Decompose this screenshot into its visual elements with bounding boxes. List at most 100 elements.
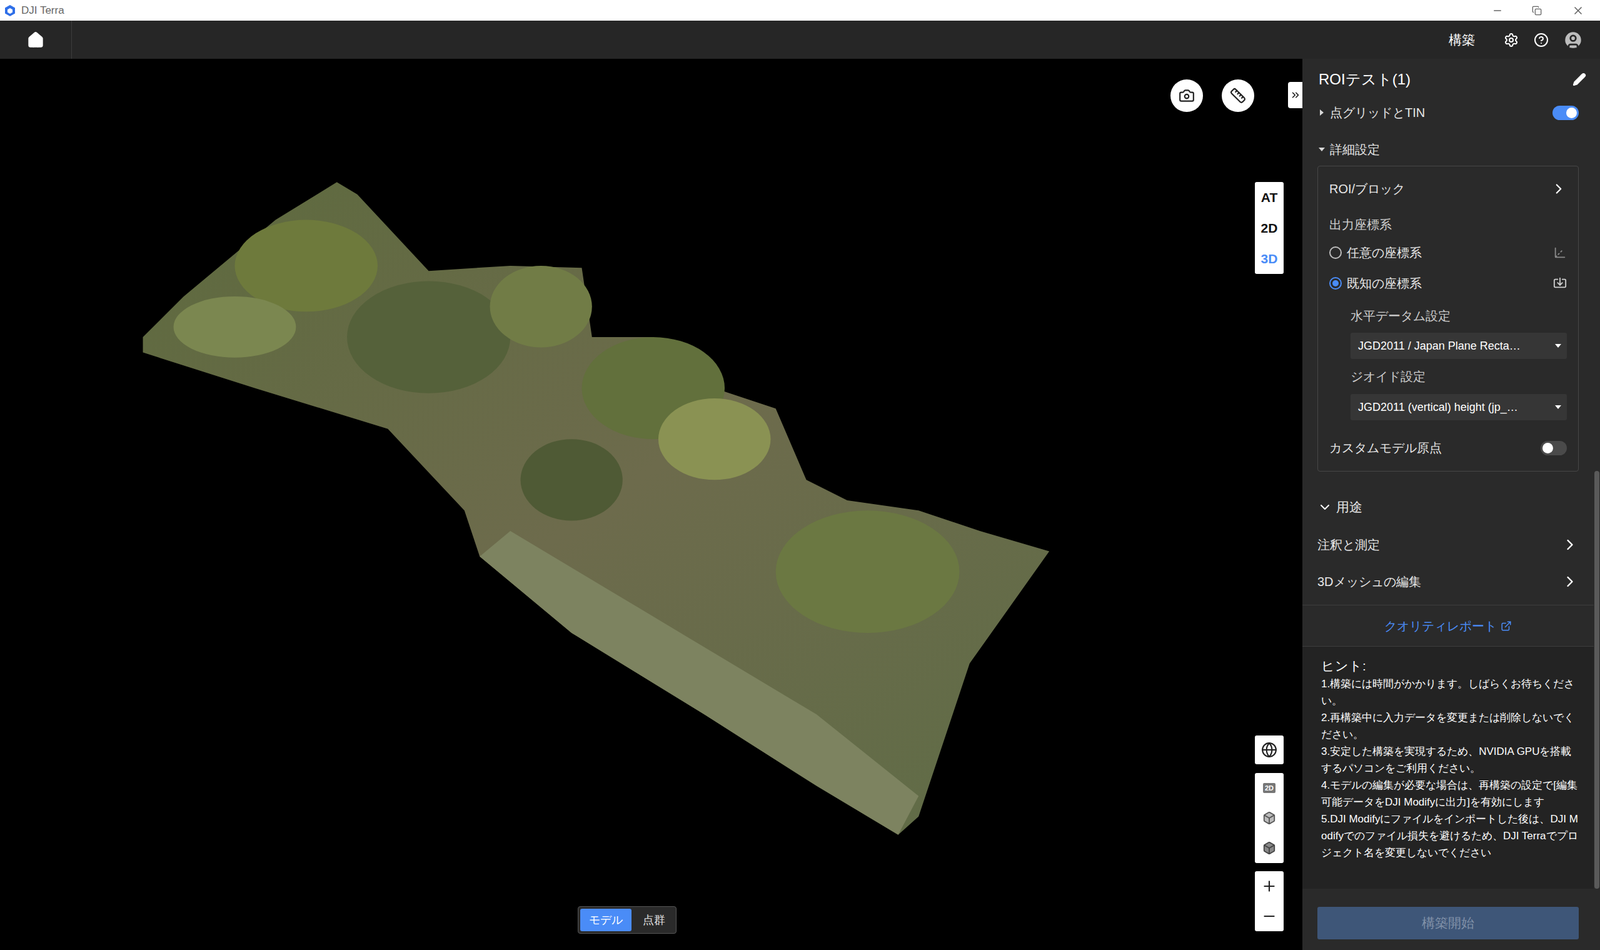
panel-footer: 構築開始 bbox=[1302, 888, 1600, 950]
build-nav-item[interactable]: 構築 bbox=[1448, 30, 1475, 51]
window-title: DJI Terra bbox=[21, 2, 65, 19]
screenshot-button[interactable] bbox=[1170, 79, 1203, 112]
scrollbar-thumb[interactable] bbox=[1594, 470, 1600, 889]
hints-title: ヒント: bbox=[1321, 656, 1582, 676]
minus-icon bbox=[1261, 907, 1278, 925]
point-grid-row[interactable]: 点グリッドとTIN bbox=[1302, 100, 1594, 126]
panel-header: ROIテスト(1) bbox=[1302, 58, 1600, 101]
app-logo-icon bbox=[3, 4, 17, 17]
geoid-label: ジオイド設定 bbox=[1350, 358, 1567, 394]
help-icon[interactable] bbox=[1533, 32, 1549, 48]
chevron-right-icon bbox=[1561, 535, 1579, 554]
hint-line: 5.DJI Modifyにファイルをインポートした後は、DJI Modifyでの… bbox=[1321, 810, 1582, 861]
geoid-select[interactable]: JGD2011 (vertical) height (jp_… bbox=[1350, 393, 1567, 421]
globe-icon bbox=[1261, 741, 1278, 758]
horizontal-select[interactable]: JGD2011 / Japan Plane Recta… bbox=[1350, 332, 1567, 359]
usage-item[interactable]: 3Dメッシュの編集 bbox=[1302, 563, 1594, 600]
custom-origin-label: カスタムモデル原点 bbox=[1329, 438, 1442, 458]
restore-icon bbox=[1531, 5, 1542, 16]
cube-solid-button[interactable] bbox=[1254, 832, 1284, 863]
horizontal-value: JGD2011 / Japan Plane Recta… bbox=[1358, 337, 1521, 355]
hint-line: 3.安定した構築を実現するため、NVIDIA GPUを搭載するパソコンをご利用く… bbox=[1321, 742, 1582, 777]
coord-option-label: 既知の座標系 bbox=[1346, 273, 1422, 293]
view-mode-group: AT2D3D bbox=[1254, 181, 1284, 274]
axis-icon[interactable] bbox=[1553, 245, 1567, 260]
usage-list: 注釈と測定 3Dメッシュの編集 bbox=[1302, 525, 1594, 606]
title-bar: DJI Terra bbox=[0, 0, 1600, 21]
gear-icon[interactable] bbox=[1503, 32, 1519, 48]
custom-origin-toggle[interactable] bbox=[1540, 440, 1567, 456]
terrain-model[interactable] bbox=[0, 58, 1303, 950]
map-2d-label: 2D bbox=[1262, 782, 1276, 794]
hints: ヒント:1.構築には時間がかかります。しばらくお待ちください。2.再構築中に入力… bbox=[1302, 646, 1594, 889]
restore-button[interactable] bbox=[1516, 0, 1557, 21]
main: AT2D3D2Dモデル点群ROIテスト(1)点グリッドとTIN詳細設定ROI/ブ… bbox=[0, 58, 1600, 950]
quality-report-link[interactable]: クオリティレポート bbox=[1384, 616, 1497, 636]
import-icon[interactable] bbox=[1553, 276, 1567, 291]
home-button[interactable] bbox=[0, 20, 72, 59]
toggle-knob bbox=[1542, 442, 1554, 454]
cube-solid-icon bbox=[1262, 840, 1277, 855]
quality-report-row: クオリティレポート bbox=[1302, 605, 1594, 647]
panel-scroll: 点グリッドとTIN 詳細設定 ROI/ブロック出力座標系任意の座標系既知の座標系水平… bbox=[1302, 100, 1600, 889]
avatar-icon[interactable] bbox=[1562, 29, 1584, 51]
viewport[interactable]: AT2D3D2Dモデル点群 bbox=[0, 58, 1303, 950]
view-mode-button[interactable]: 3D bbox=[1254, 243, 1284, 274]
roi-row[interactable]: ROI/ブロック bbox=[1329, 175, 1567, 203]
expand-panel-button[interactable] bbox=[1288, 81, 1303, 109]
pencil-icon[interactable] bbox=[1572, 72, 1587, 87]
app: DJI Terra構築AT2D3D2Dモデル点群ROIテスト(1)点グリッドとT… bbox=[0, 0, 1600, 950]
view-mode-button[interactable]: AT bbox=[1254, 181, 1284, 213]
geoid-value: JGD2011 (vertical) height (jp_… bbox=[1358, 398, 1519, 416]
usage-item-label: 注釈と測定 bbox=[1317, 535, 1380, 554]
display-toggle: モデル点群 bbox=[577, 905, 677, 934]
custom-origin-toggle-wrap bbox=[1540, 440, 1567, 456]
chevron-right-icon bbox=[1550, 180, 1567, 197]
panel-content: 点グリッドとTIN 詳細設定 ROI/ブロック出力座標系任意の座標系既知の座標系水平… bbox=[1302, 100, 1594, 889]
hint-line: 4.モデルの編集が必要な場合は、再構築の設定で[編集可能データをDJI Modi… bbox=[1321, 776, 1582, 811]
advanced-header[interactable]: 詳細設定 bbox=[1302, 136, 1594, 162]
scrollbar[interactable] bbox=[1593, 100, 1600, 889]
camera-icon bbox=[1178, 87, 1195, 104]
nav-actions: 構築 bbox=[1448, 29, 1600, 51]
point-grid-toggle[interactable] bbox=[1552, 105, 1579, 121]
advanced-label: 詳細設定 bbox=[1329, 140, 1380, 159]
horizontal-label: 水平データム設定 bbox=[1350, 298, 1567, 333]
coord-label: 出力座標系 bbox=[1329, 211, 1567, 238]
radio-dot bbox=[1332, 280, 1339, 287]
display-mode-button[interactable]: 点群 bbox=[633, 908, 675, 931]
usage-item-label: 3Dメッシュの編集 bbox=[1317, 572, 1422, 591]
display-mode-button[interactable]: モデル bbox=[580, 908, 632, 931]
map-2d-button[interactable]: 2D bbox=[1254, 772, 1284, 803]
dropdown-icon bbox=[1554, 342, 1562, 350]
measure-button[interactable] bbox=[1221, 79, 1255, 112]
view-mode-button[interactable]: 2D bbox=[1254, 212, 1284, 244]
close-icon bbox=[1571, 4, 1585, 17]
globe-button[interactable] bbox=[1254, 735, 1284, 765]
cube-icon bbox=[1262, 810, 1277, 825]
roi-label: ROI/ブロック bbox=[1329, 179, 1405, 199]
coord-option[interactable]: 既知の座標系 bbox=[1329, 267, 1567, 299]
known-coord-settings: 水平データム設定 JGD2011 / Japan Plane Recta… ジオイド… bbox=[1329, 298, 1567, 421]
zoom-group bbox=[1254, 870, 1284, 931]
radio[interactable] bbox=[1329, 246, 1342, 259]
cube-button[interactable] bbox=[1254, 802, 1284, 833]
caret-down-icon bbox=[1317, 145, 1327, 154]
close-button[interactable] bbox=[1556, 0, 1600, 21]
zoom-in-button[interactable] bbox=[1254, 870, 1284, 901]
usage-item[interactable]: 注釈と測定 bbox=[1302, 525, 1594, 564]
home-icon bbox=[26, 31, 45, 49]
build-start-button[interactable]: 構築開始 bbox=[1317, 906, 1579, 940]
custom-origin-row: カスタムモデル原点 bbox=[1329, 433, 1567, 462]
zoom-out-button[interactable] bbox=[1254, 900, 1284, 931]
coord-option[interactable]: 任意の座標系 bbox=[1329, 237, 1567, 268]
minimize-button[interactable] bbox=[1477, 0, 1517, 21]
ruler-icon bbox=[1229, 87, 1247, 104]
coord-option-label: 任意の座標系 bbox=[1346, 243, 1422, 262]
radio[interactable] bbox=[1329, 276, 1342, 290]
window-controls bbox=[1477, 0, 1600, 21]
hint-line: 2.再構築中に入力データを変更または削除しないでください。 bbox=[1321, 709, 1582, 743]
minimize-icon bbox=[1491, 5, 1504, 17]
advanced-box: ROI/ブロック出力座標系任意の座標系既知の座標系水平データム設定 JGD2011… bbox=[1317, 165, 1579, 472]
usage-header[interactable]: 用途 bbox=[1302, 494, 1594, 520]
